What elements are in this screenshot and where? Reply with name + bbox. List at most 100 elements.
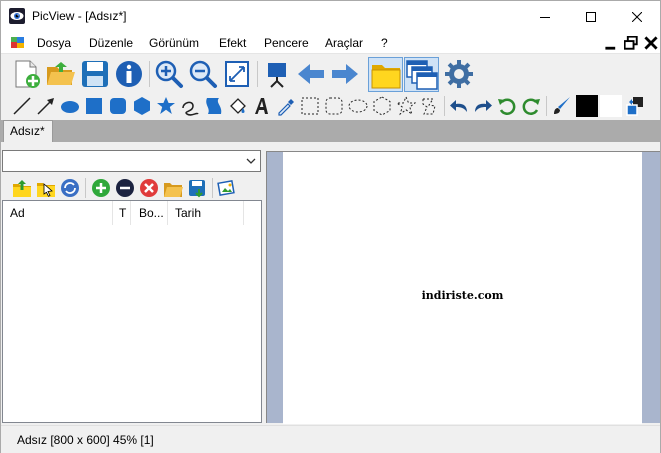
select-folder-button[interactable] xyxy=(35,177,57,199)
color-picker-tool[interactable] xyxy=(275,95,297,117)
color-picker-icon xyxy=(278,99,294,116)
column-header-name[interactable]: Ad xyxy=(3,201,113,225)
column-header-date[interactable]: Tarih xyxy=(168,201,244,225)
document-menu-icon[interactable] xyxy=(11,36,25,50)
lasso-select-tool[interactable] xyxy=(419,95,441,117)
ellipse-select-tool[interactable] xyxy=(347,95,369,117)
rotate-left-button[interactable] xyxy=(496,95,518,117)
slideshow-button[interactable] xyxy=(261,58,293,90)
canvas-text: indiriste.com xyxy=(421,289,504,302)
undo-icon xyxy=(450,100,467,112)
menu-help[interactable]: ? xyxy=(381,36,388,50)
previous-button[interactable] xyxy=(295,58,327,90)
save-button[interactable] xyxy=(79,58,111,90)
image-canvas[interactable]: indiriste.com xyxy=(283,152,642,424)
rect-select-tool[interactable] xyxy=(299,95,321,117)
ellipse-tool[interactable] xyxy=(59,95,81,117)
title-bar[interactable]: PicView - [Adsız*] xyxy=(1,1,660,32)
text-tool[interactable] xyxy=(251,95,273,117)
mdi-close-icon[interactable] xyxy=(644,36,658,50)
menu-bar: Dosya Düzenle Görünüm Efekt Pencere Araç… xyxy=(1,32,660,54)
swap-colors-icon xyxy=(626,97,643,116)
file-list[interactable]: Ad T Bo... Tarih xyxy=(2,200,262,423)
delete-circle-icon xyxy=(140,179,158,197)
redo-button[interactable] xyxy=(472,95,494,117)
path-combobox[interactable] xyxy=(2,150,261,172)
swap-colors-button[interactable] xyxy=(624,95,646,117)
shape-tool[interactable] xyxy=(203,95,225,117)
maximize-button[interactable] xyxy=(568,1,614,32)
refresh-button[interactable] xyxy=(59,177,81,199)
add-button[interactable] xyxy=(90,177,112,199)
open-button[interactable] xyxy=(45,58,77,90)
next-button[interactable] xyxy=(329,58,361,90)
delete-button[interactable] xyxy=(138,177,160,199)
remove-button[interactable] xyxy=(114,177,136,199)
star-select-tool[interactable] xyxy=(395,95,417,117)
toolbar-separator xyxy=(149,61,150,87)
window-title: PicView - [Adsız*] xyxy=(32,9,127,23)
open-folder-button[interactable] xyxy=(162,177,184,199)
parent-folder-button[interactable] xyxy=(11,177,33,199)
menu-pencere[interactable]: Pencere xyxy=(264,36,309,50)
undo-button[interactable] xyxy=(448,95,470,117)
close-icon xyxy=(632,11,642,22)
brush-tool[interactable] xyxy=(551,95,573,117)
background-color-swatch[interactable] xyxy=(600,95,622,117)
refresh-globe-icon xyxy=(61,179,79,197)
menu-araclar[interactable]: Araçlar xyxy=(325,36,363,50)
app-logo-icon xyxy=(9,8,25,24)
thumbnails-button[interactable] xyxy=(216,177,238,199)
rotate-right-button[interactable] xyxy=(520,95,542,117)
lasso-select-icon xyxy=(422,98,436,115)
folder-view-icon xyxy=(371,64,400,88)
column-header-type[interactable]: T xyxy=(113,201,131,225)
menu-efekt[interactable]: Efekt xyxy=(219,36,246,50)
fit-page-icon xyxy=(225,61,249,87)
hexagon-tool[interactable] xyxy=(131,95,153,117)
rect-select-icon xyxy=(301,97,319,115)
tab-adsiz[interactable]: Adsız* xyxy=(3,120,53,142)
maximize-icon xyxy=(586,11,596,22)
foreground-color-swatch[interactable] xyxy=(576,95,598,117)
rectangle-tool[interactable] xyxy=(83,95,105,117)
cascade-windows-toggle[interactable] xyxy=(404,57,439,92)
column-header-size[interactable]: Bo... xyxy=(131,201,168,225)
fill-tool[interactable] xyxy=(227,95,249,117)
close-button[interactable] xyxy=(614,1,660,32)
chevron-down-icon xyxy=(246,158,256,164)
mdi-minimize-icon[interactable] xyxy=(604,37,618,51)
toolbar-separator xyxy=(444,96,445,116)
save-list-button[interactable] xyxy=(186,177,208,199)
star-tool[interactable] xyxy=(155,95,177,117)
app-window: PicView - [Adsız*] Dosya Düzenle Görünüm… xyxy=(0,0,661,453)
zoom-out-button[interactable] xyxy=(187,58,219,90)
toolbar-separator xyxy=(85,178,86,198)
menu-duzenle[interactable]: Düzenle xyxy=(89,36,133,50)
minimize-button[interactable] xyxy=(522,1,568,32)
zoom-in-icon xyxy=(155,60,183,88)
menu-dosya[interactable]: Dosya xyxy=(37,36,71,50)
menu-gorunum[interactable]: Görünüm xyxy=(149,36,199,50)
rounded-rectangle-tool[interactable] xyxy=(107,95,129,117)
freehand-tool[interactable] xyxy=(179,95,201,117)
file-browser-panel: Ad T Bo... Tarih xyxy=(1,148,263,423)
zoom-in-button[interactable] xyxy=(153,58,185,90)
rectangle-tool-icon xyxy=(86,98,102,114)
document-tab-strip: Adsız* xyxy=(1,120,660,142)
settings-button[interactable] xyxy=(443,58,475,90)
line-tool-icon xyxy=(13,97,31,115)
fit-page-button[interactable] xyxy=(221,58,253,90)
info-button[interactable] xyxy=(113,58,145,90)
line-tool[interactable] xyxy=(11,95,33,117)
mdi-restore-icon[interactable] xyxy=(624,36,638,50)
hexagon-select-tool[interactable] xyxy=(371,95,393,117)
folder-view-toggle[interactable] xyxy=(368,57,403,92)
rounded-select-tool[interactable] xyxy=(323,95,345,117)
save-list-icon xyxy=(189,180,205,198)
open-folder-icon xyxy=(164,183,183,197)
arrow-tool[interactable] xyxy=(35,95,57,117)
new-file-button[interactable] xyxy=(11,58,43,90)
hexagon-select-icon xyxy=(373,96,391,116)
toolbar-separator xyxy=(212,178,213,198)
